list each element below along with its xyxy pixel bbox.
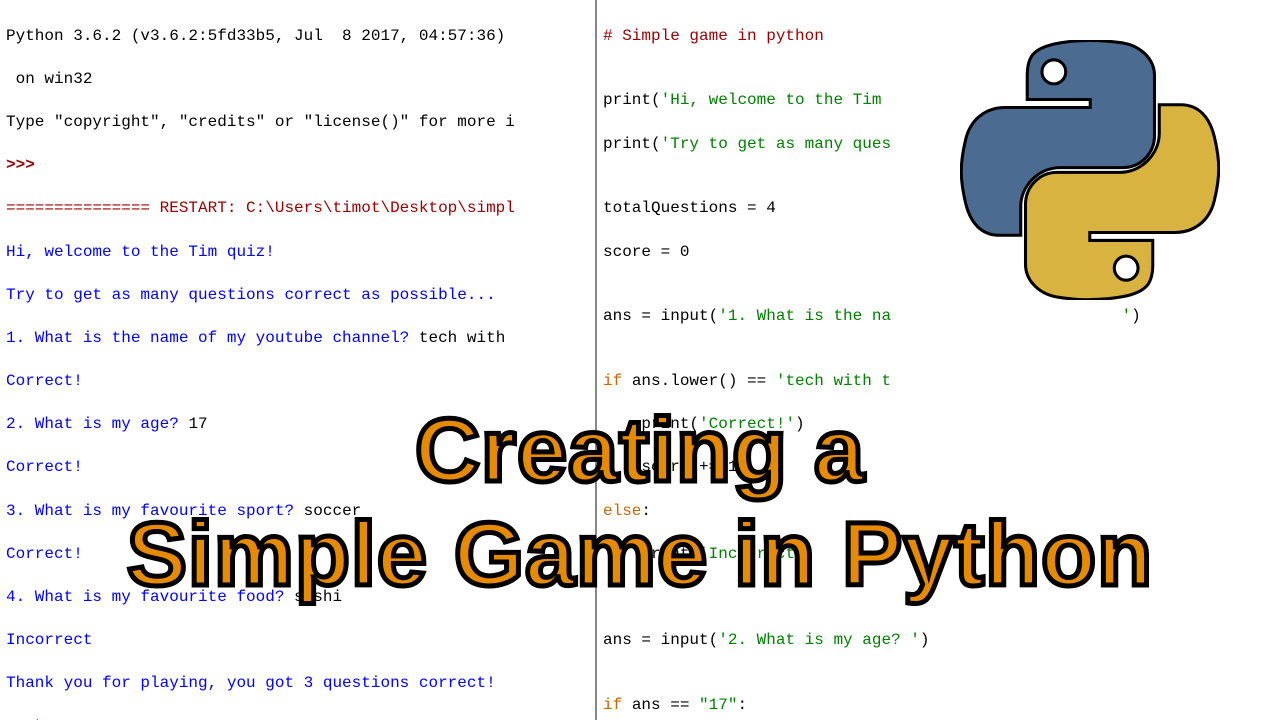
shell-output: 4. What is my favourite food?	[6, 588, 294, 606]
code-string: "17"	[699, 696, 737, 714]
python-logo-icon	[960, 40, 1220, 300]
shell-output: Mark: 75%	[6, 717, 589, 720]
shell-output: 2. What is my age?	[6, 415, 188, 433]
shell-header: on win32	[6, 69, 589, 91]
code-string: 'Try to get as many ques	[661, 135, 891, 153]
shell-output: Thank you for playing, you got 3 questio…	[6, 673, 589, 695]
shell-output: Try to get as many questions correct as …	[6, 285, 589, 307]
code-string: 'Incorrect'	[699, 545, 805, 563]
shell-output: Correct!	[6, 544, 589, 566]
code-line: score += 1	[603, 457, 1274, 479]
code-kw: print	[603, 135, 651, 153]
shell-output: Correct!	[6, 371, 589, 393]
code-kw: print	[603, 91, 651, 109]
shell-restart: =============== RESTART: C:\Users\timot\…	[6, 198, 589, 220]
shell-prompt: >>>	[6, 155, 589, 177]
shell-input: soccer	[304, 502, 362, 520]
code-string: 'Correct!'	[699, 415, 795, 433]
shell-input: 17	[188, 415, 207, 433]
shell-output: 3. What is my favourite sport?	[6, 502, 304, 520]
code-string: '2. What is my age? '	[718, 631, 920, 649]
code-string: 'tech with t	[776, 372, 891, 390]
code-string: 'Hi, welcome to the Tim	[661, 91, 882, 109]
code-kw: if	[603, 372, 632, 390]
code-kw: if	[603, 696, 632, 714]
code-string: '1. What is the na	[718, 307, 891, 325]
shell-header: Type "copyright", "credits" or "license(…	[6, 112, 589, 134]
shell-input: sushi	[294, 588, 342, 606]
code-kw: else	[603, 502, 641, 520]
shell-output: 1. What is the name of my youtube channe…	[6, 329, 419, 347]
shell-output: Hi, welcome to the Tim quiz!	[6, 242, 589, 264]
shell-output: Correct!	[6, 457, 589, 479]
shell-input: tech with	[419, 329, 505, 347]
shell-header: Python 3.6.2 (v3.6.2:5fd33b5, Jul 8 2017…	[6, 26, 589, 48]
shell-output: Incorrect	[6, 630, 589, 652]
python-shell-pane[interactable]: Python 3.6.2 (v3.6.2:5fd33b5, Jul 8 2017…	[0, 0, 597, 720]
